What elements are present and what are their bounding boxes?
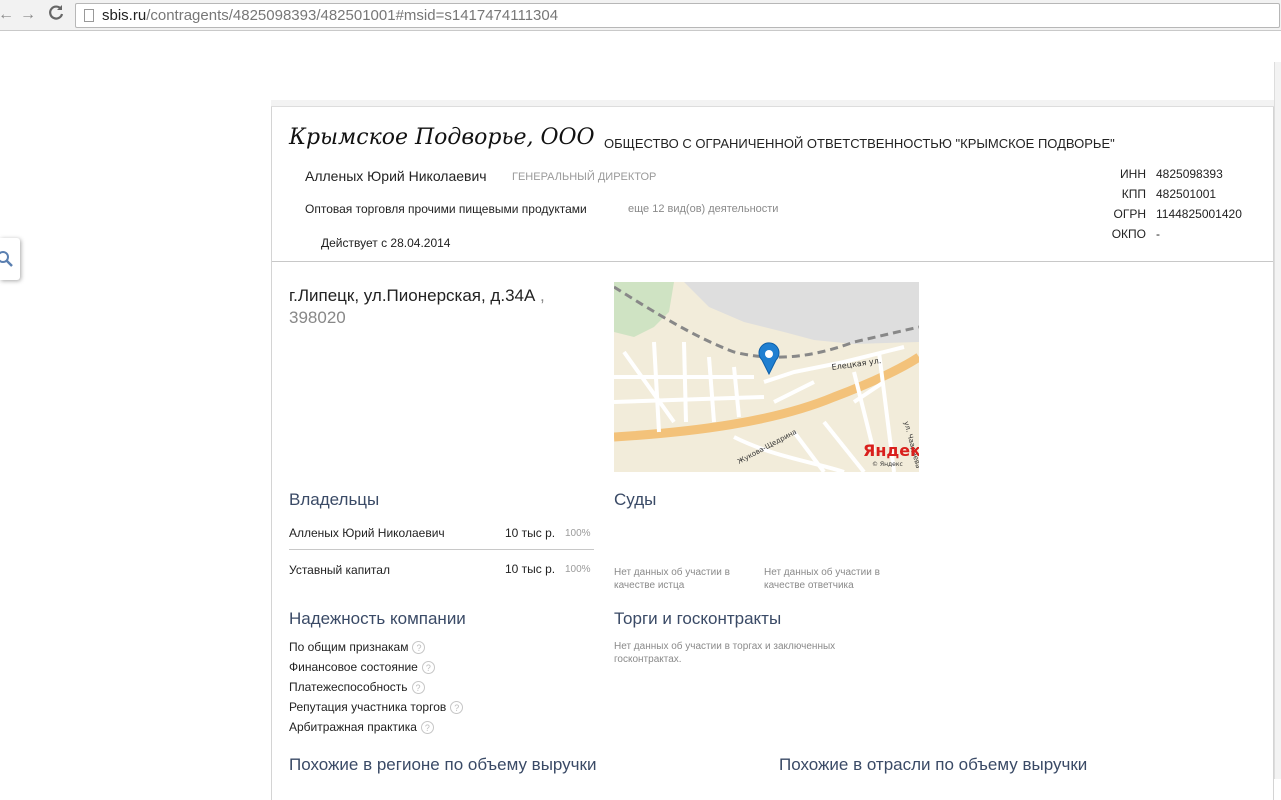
page-icon: [84, 9, 94, 22]
yandex-map[interactable]: Елецкая ул. ул. Чаадаева Жукова-Щедрина …: [614, 282, 919, 472]
owners-title: Владельцы: [289, 490, 380, 509]
reliability-item: Финансовое состояние?: [289, 660, 435, 675]
address-separator: ,: [535, 286, 545, 305]
yandex-logo: Яндекс: [863, 441, 919, 460]
address-zip: 398020: [289, 308, 346, 327]
capital-pct: 100%: [565, 564, 591, 575]
search-icon: [0, 251, 13, 267]
help-icon[interactable]: ?: [421, 661, 435, 675]
card-top-bar: [271, 100, 1274, 107]
reliability-item: Платежеспособность?: [289, 680, 425, 695]
main-activity: Оптовая торговля прочими пищевыми продук…: [305, 202, 587, 216]
similar-region-title: Похожие в регионе по объему выручки: [289, 755, 597, 774]
reliability-item: Арбитражная практика?: [289, 720, 434, 735]
okpo-label: ОКПО: [1111, 227, 1146, 241]
capital-label: Уставный капитал: [289, 563, 390, 577]
tenders-title: Торги и госконтракты: [614, 609, 782, 628]
tenders-nodata: Нет данных об участии в торгах и заключе…: [614, 641, 836, 665]
owner-pct: 100%: [565, 528, 591, 539]
forward-icon[interactable]: →: [20, 5, 36, 25]
address: г.Липецк, ул.Пионерская, д.34А , 398020: [289, 285, 589, 329]
director-name[interactable]: Алленых Юрий Николаевич: [305, 168, 487, 184]
courts-plaintiff-nodata: Нет данных об участии в качестве истца: [614, 567, 730, 591]
kpp-value: 482501001: [1156, 187, 1217, 201]
inn-value: 4825098393: [1156, 167, 1223, 181]
header-divider: [272, 261, 1273, 262]
okpo-value: -: [1156, 227, 1160, 241]
help-icon[interactable]: ?: [420, 721, 434, 735]
reliability-item: Репутация участника торгов?: [289, 700, 464, 715]
map-copyright: © Яндекс: [872, 461, 903, 468]
owner-name[interactable]: Алленых Юрий Николаевич: [289, 526, 445, 540]
address-bar[interactable]: sbis.ru/contragents/4825098393/482501001…: [75, 3, 1280, 28]
owner-amount: 10 тыс р.: [505, 526, 556, 540]
ogrn-value: 1144825001420: [1156, 207, 1242, 221]
scrollbar[interactable]: [1274, 62, 1281, 779]
search-tab[interactable]: [0, 238, 20, 280]
url-text: sbis.ru/contragents/4825098393/482501001…: [102, 7, 559, 24]
courts-defendant-nodata: Нет данных об участии в качестве ответчи…: [764, 567, 880, 591]
more-activities-link[interactable]: еще 12 вид(ов) деятельности: [628, 203, 778, 215]
courts-title: Суды: [614, 490, 657, 509]
browser-toolbar: ← → sbis.ru/contragents/4825098393/48250…: [0, 0, 1281, 31]
back-icon[interactable]: ←: [0, 5, 14, 25]
address-street: г.Липецк, ул.Пионерская, д.34А: [289, 286, 536, 305]
similar-industry-title: Похожие в отрасли по объему выручки: [779, 755, 1088, 774]
reliability-title: Надежность компании: [289, 609, 466, 628]
company-status: Действует с 28.04.2014: [321, 236, 451, 250]
company-short-name: Крымское Подворье, ООО: [289, 125, 595, 150]
reload-icon[interactable]: [47, 4, 65, 24]
help-icon[interactable]: ?: [411, 681, 425, 695]
help-icon[interactable]: ?: [450, 701, 464, 715]
help-icon[interactable]: ?: [412, 641, 426, 655]
inn-label: ИНН: [1120, 167, 1146, 181]
company-full-name: ОБЩЕСТВО С ОГРАНИЧЕННОЙ ОТВЕТСТВЕННОСТЬЮ…: [604, 136, 1115, 151]
director-role: ГЕНЕРАЛЬНЫЙ ДИРЕКТОР: [512, 171, 657, 183]
capital-amount: 10 тыс р.: [505, 562, 556, 576]
owners-divider: [289, 549, 594, 550]
reliability-item: По общим признакам?: [289, 640, 426, 655]
kpp-label: КПП: [1121, 187, 1146, 201]
ogrn-label: ОГРН: [1113, 207, 1146, 221]
